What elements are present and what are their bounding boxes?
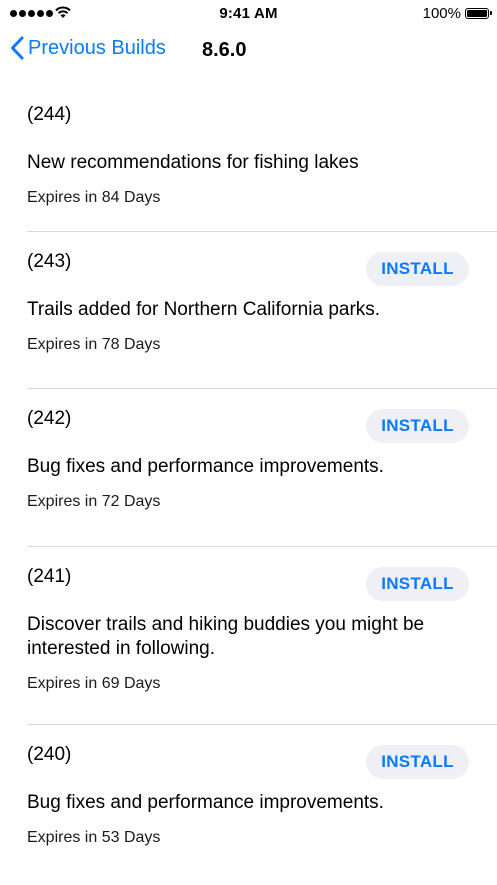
navigation-bar: Previous Builds 8.6.0 bbox=[0, 28, 497, 72]
build-notes: New recommendations for fishing lakes bbox=[27, 152, 359, 173]
build-number: (244) bbox=[27, 104, 72, 125]
back-button-label: Previous Builds bbox=[28, 36, 166, 59]
build-row: (240) INSTALL Bug fixes and performance … bbox=[27, 725, 497, 885]
battery-indicator: 100% bbox=[422, 5, 492, 22]
build-row: (243) INSTALL Trails added for Northern … bbox=[27, 232, 497, 389]
battery-icon bbox=[465, 8, 492, 19]
builds-list: (244) New recommendations for fishing la… bbox=[0, 85, 497, 885]
install-button[interactable]: INSTALL bbox=[366, 567, 469, 601]
install-button[interactable]: INSTALL bbox=[366, 745, 469, 779]
build-expiry: Expires in 84 Days bbox=[27, 189, 161, 206]
build-row: (242) INSTALL Bug fixes and performance … bbox=[27, 389, 497, 547]
build-notes: Bug fixes and performance improvements. bbox=[27, 792, 384, 813]
battery-percent: 100% bbox=[422, 5, 461, 22]
back-button[interactable]: Previous Builds bbox=[10, 36, 166, 60]
build-expiry: Expires in 78 Days bbox=[27, 336, 161, 353]
build-notes: Trails added for Northern California par… bbox=[27, 299, 381, 320]
build-row: (241) INSTALL Discover trails and hiking… bbox=[27, 547, 497, 725]
chevron-left-icon bbox=[11, 36, 24, 60]
status-bar: 9:41 AM 100% bbox=[0, 0, 497, 28]
install-button[interactable]: INSTALL bbox=[366, 409, 469, 443]
build-row: (244) New recommendations for fishing la… bbox=[27, 85, 497, 232]
build-notes: Bug fixes and performance improvements. bbox=[27, 456, 384, 477]
page-title: 8.6.0 bbox=[202, 39, 247, 61]
build-expiry: Expires in 69 Days bbox=[27, 675, 161, 692]
build-notes: Discover trails and hiking buddies you m… bbox=[27, 614, 425, 659]
build-expiry: Expires in 53 Days bbox=[27, 829, 161, 846]
install-button[interactable]: INSTALL bbox=[366, 252, 469, 286]
build-expiry: Expires in 72 Days bbox=[27, 493, 161, 510]
